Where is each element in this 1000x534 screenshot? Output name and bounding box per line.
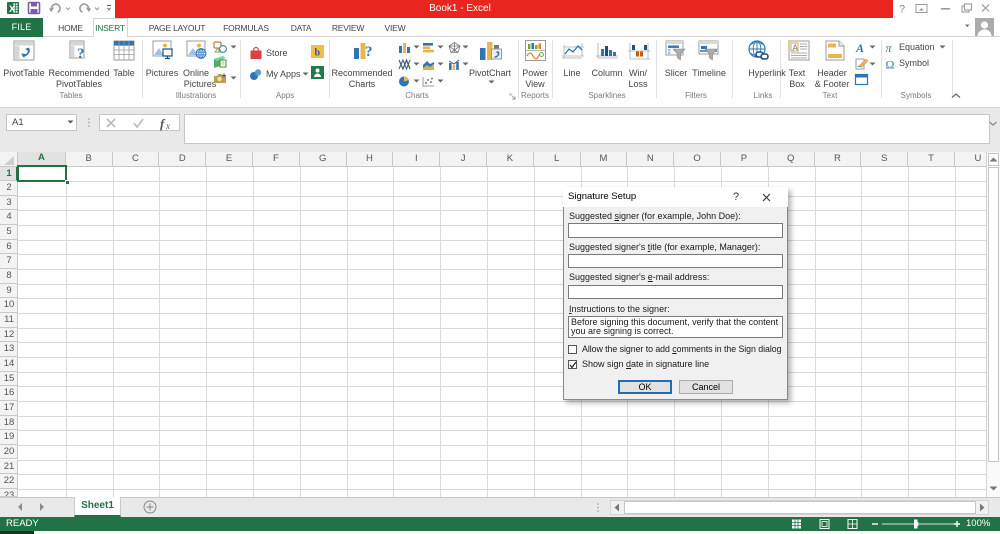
svg-text:A: A xyxy=(855,41,864,55)
svg-text:A: A xyxy=(793,44,799,53)
svg-text:X: X xyxy=(9,4,16,15)
svg-text:Ω: Ω xyxy=(886,58,895,72)
svg-text:π: π xyxy=(886,41,893,55)
svg-text:x: x xyxy=(165,121,170,131)
svg-text:b: b xyxy=(315,48,321,59)
svg-text:?: ? xyxy=(899,4,905,16)
svg-text:?: ? xyxy=(365,44,373,60)
svg-text:?: ? xyxy=(77,46,85,62)
